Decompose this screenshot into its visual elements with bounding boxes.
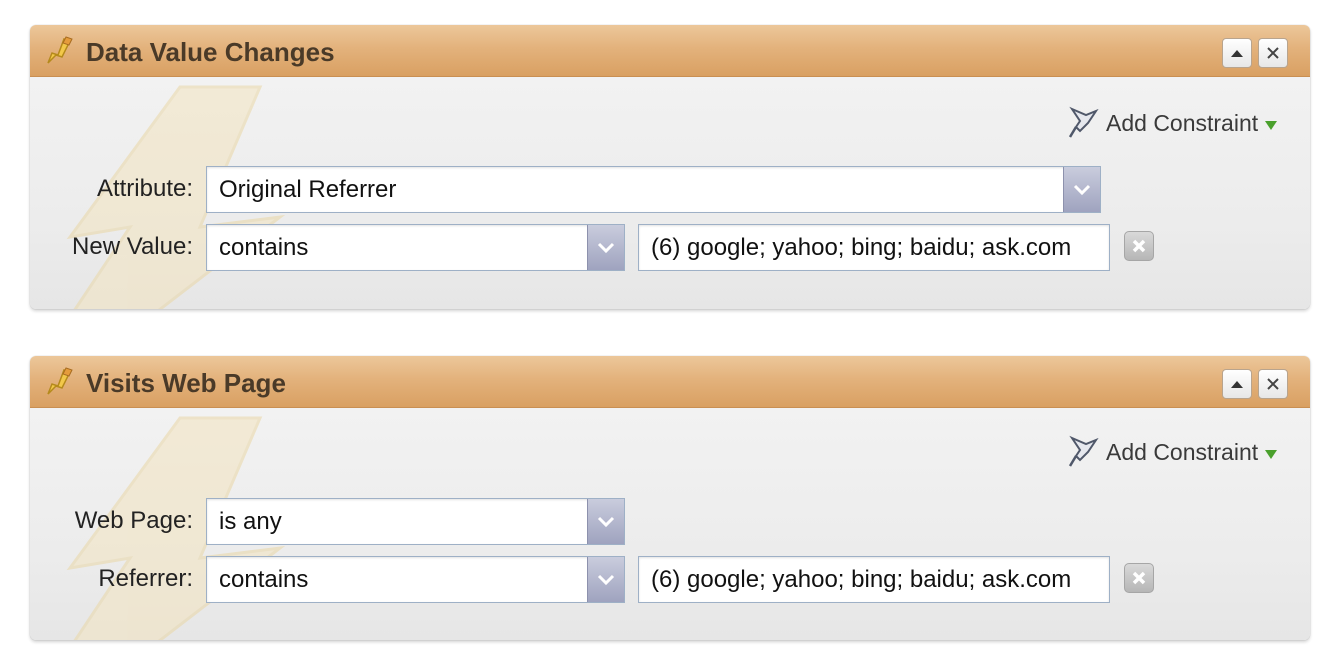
value-input-text: (6) google; yahoo; bing; baidu; ask.com [651,233,1072,261]
chevron-down-icon [597,516,615,527]
referrer-label: Referrer: [98,565,193,592]
web-page-select-value: is any [219,507,282,535]
pencil-lightning-icon [47,367,73,395]
chevron-down-icon [597,242,615,253]
operator-dropdown-button[interactable] [587,225,624,270]
web-page-select[interactable]: is any [206,498,625,545]
operator-select-value: contains [219,233,309,261]
panel-title: Visits Web Page [86,368,286,398]
close-button[interactable] [1258,369,1288,399]
green-triangle-down-icon [1265,450,1278,459]
remove-constraint-button[interactable] [1124,231,1154,261]
close-button[interactable] [1258,38,1288,68]
referrer-dropdown-button[interactable] [587,557,624,602]
value-input[interactable]: (6) google; yahoo; bing; baidu; ask.com [638,224,1110,271]
add-constraint-button[interactable]: Add Constraint [1066,105,1278,141]
remove-x-icon [1132,571,1146,585]
pencil-lightning-icon [47,36,73,64]
referrer-operator-value: contains [219,565,309,593]
trigger-panel-data-value-changes: Data Value Changes Add Constraint Attrib… [30,25,1310,309]
panel-title: Data Value Changes [86,37,335,67]
add-constraint-button[interactable]: Add Constraint [1066,434,1278,470]
referrer-value-text: (6) google; yahoo; bing; baidu; ask.com [651,565,1072,593]
close-icon [1267,47,1279,59]
pushpin-icon [1068,106,1099,138]
chevron-down-icon [1073,184,1091,195]
add-constraint-label: Add Constraint [1106,438,1259,465]
remove-constraint-button[interactable] [1124,563,1154,593]
trigger-panel-visits-web-page: Visits Web Page Add Constraint Web Page:… [30,356,1310,640]
close-icon [1267,378,1279,390]
web-page-dropdown-button[interactable] [587,499,624,544]
pushpin-icon [1068,435,1099,467]
attribute-label: Attribute: [96,175,193,202]
collapse-button[interactable] [1222,38,1252,68]
panel-header: Visits Web Page [30,356,1310,408]
collapse-icon [1231,381,1243,388]
collapse-button[interactable] [1222,369,1252,399]
referrer-operator-select[interactable]: contains [206,556,625,603]
referrer-value-input[interactable]: (6) google; yahoo; bing; baidu; ask.com [638,556,1110,603]
green-triangle-down-icon [1265,121,1278,130]
operator-select[interactable]: contains [206,224,625,271]
remove-x-icon [1132,239,1146,253]
attribute-select-value: Original Referrer [219,175,397,203]
collapse-icon [1231,50,1243,57]
attribute-select[interactable]: Original Referrer [206,166,1101,213]
web-page-label: Web Page: [74,507,193,534]
new-value-label: New Value: [72,233,193,260]
panel-header: Data Value Changes [30,25,1310,77]
chevron-down-icon [597,574,615,585]
attribute-dropdown-button[interactable] [1063,167,1100,212]
add-constraint-label: Add Constraint [1106,109,1259,136]
